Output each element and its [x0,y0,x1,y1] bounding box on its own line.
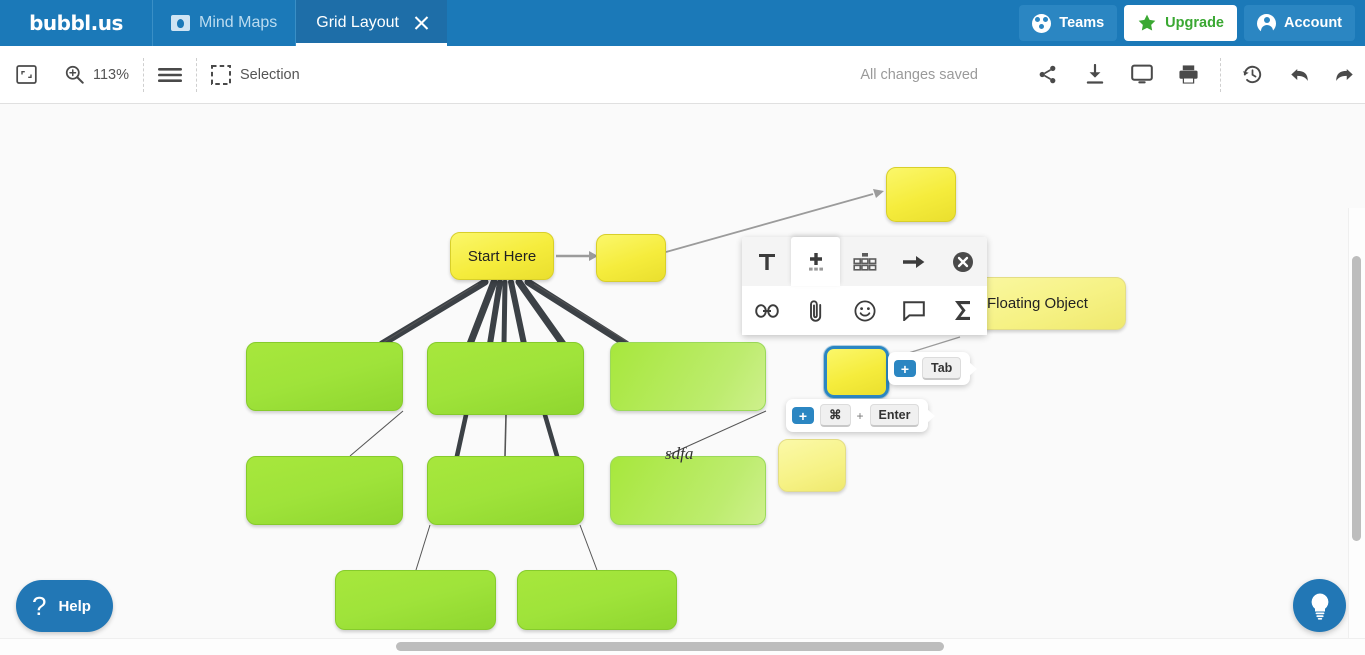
node-green-8[interactable] [517,570,677,630]
account-button[interactable]: Account [1244,5,1355,41]
vertical-scrollbar-thumb[interactable] [1352,256,1361,541]
formula-icon[interactable] [938,286,987,335]
present-monitor-icon [1130,64,1153,84]
node-selected[interactable] [824,346,889,398]
hint-plus-badge: + [894,360,916,378]
connect-arrow-icon[interactable] [889,237,938,286]
zoom-control[interactable]: 113% [51,46,143,104]
undo-button[interactable] [1276,46,1323,104]
add-child-icon[interactable] [791,237,840,286]
node-top-right[interactable] [886,167,956,222]
logo[interactable]: bubbl.us [0,0,153,46]
help-button-label: Help [58,597,91,615]
lightbulb-icon [1311,593,1328,620]
link-icon[interactable] [742,286,791,335]
node-green-5[interactable] [427,456,584,525]
print-icon [1179,65,1198,84]
upgrade-button-label: Upgrade [1165,15,1224,31]
app-header: bubbl.us Mind Maps Grid Layout Teams Upg… [0,0,1365,46]
node-child-1[interactable] [596,234,666,282]
header-actions: Teams Upgrade Account [1019,0,1365,46]
hint-tail [969,361,978,376]
account-button-label: Account [1284,15,1342,31]
print-button[interactable] [1165,46,1212,104]
share-button[interactable] [1024,46,1071,104]
present-button[interactable] [1118,46,1165,104]
node-label: Floating Object [987,295,1088,312]
tips-button[interactable] [1293,579,1346,632]
save-status: All changes saved [860,66,978,83]
document-tab-grid-layout[interactable]: Grid Layout [296,0,447,46]
hint-cmd-enter: + ⌘ + Enter [786,399,936,433]
node-green-3[interactable] [610,342,766,411]
hint-key-separator: + [856,408,864,423]
emoji-icon[interactable] [840,286,889,335]
fit-to-screen-button[interactable] [0,46,51,104]
logo-text: bubbl.us [29,11,123,35]
help-button[interactable]: ? Help [16,580,113,632]
account-icon [1257,13,1276,34]
node-start-here[interactable]: Start Here [450,232,554,280]
teams-icon [1032,13,1052,33]
hint-plus-badge: + [792,407,814,425]
delete-icon[interactable] [938,237,987,286]
editor-toolbar: 113% Selection All changes saved [0,46,1365,104]
node-green-2[interactable] [427,342,584,415]
hint-key-cmd: ⌘ [820,404,851,428]
menu-button[interactable] [144,46,196,104]
download-icon [1086,64,1103,84]
redo-icon [1336,68,1353,81]
attachment-icon[interactable] [791,286,840,335]
nav-tab-mind-maps-label: Mind Maps [199,14,278,31]
toolbar-right-actions [1024,46,1365,104]
mindmap-canvas[interactable]: Start Here Floating Object sdfa + Tab + … [0,104,1365,655]
upgrade-button[interactable]: Upgrade [1124,5,1237,41]
layout-grid-icon[interactable] [840,237,889,286]
context-toolbar-row-1 [742,237,987,286]
text-icon[interactable] [742,237,791,286]
redo-button[interactable] [1323,46,1365,104]
hint-tab: + Tab [888,352,978,386]
horizontal-scrollbar-thumb[interactable] [396,642,944,651]
hamburger-menu-icon [158,67,183,83]
zoom-level-label: 113% [93,66,130,83]
context-toolbar-row-2 [742,286,987,335]
comment-icon[interactable] [889,286,938,335]
hint-key-enter: Enter [869,404,920,428]
annotation-sdfa: sdfa [665,444,694,463]
teams-button-label: Teams [1059,15,1105,31]
selection-marquee-icon [211,64,232,85]
node-context-toolbar[interactable] [742,237,987,335]
document-tab-label: Grid Layout [316,14,399,31]
node-small-yellow[interactable] [778,439,846,492]
zoom-in-icon [65,65,84,84]
question-mark-icon: ? [32,591,47,621]
node-green-7[interactable] [335,570,496,630]
history-clock-icon [1242,65,1262,84]
toolbar-divider-3 [1220,57,1221,92]
history-button[interactable] [1229,46,1276,104]
fit-to-screen-icon [16,65,37,84]
undo-icon [1290,68,1308,81]
nav-tab-mind-maps[interactable]: Mind Maps [153,0,297,46]
hint-tail [927,408,936,423]
download-button[interactable] [1071,46,1118,104]
hint-key-tab: Tab [922,357,962,381]
teams-button[interactable]: Teams [1019,5,1118,41]
node-green-1[interactable] [246,342,403,411]
share-icon [1039,65,1056,84]
star-icon [1137,13,1157,33]
node-green-4[interactable] [246,456,403,525]
node-green-6[interactable] [610,456,766,525]
selection-tool-label: Selection [240,66,300,83]
node-label: Start Here [467,247,537,265]
mind-map-icon [171,15,190,31]
selection-tool-button[interactable]: Selection [197,46,314,104]
close-icon[interactable] [413,14,431,32]
